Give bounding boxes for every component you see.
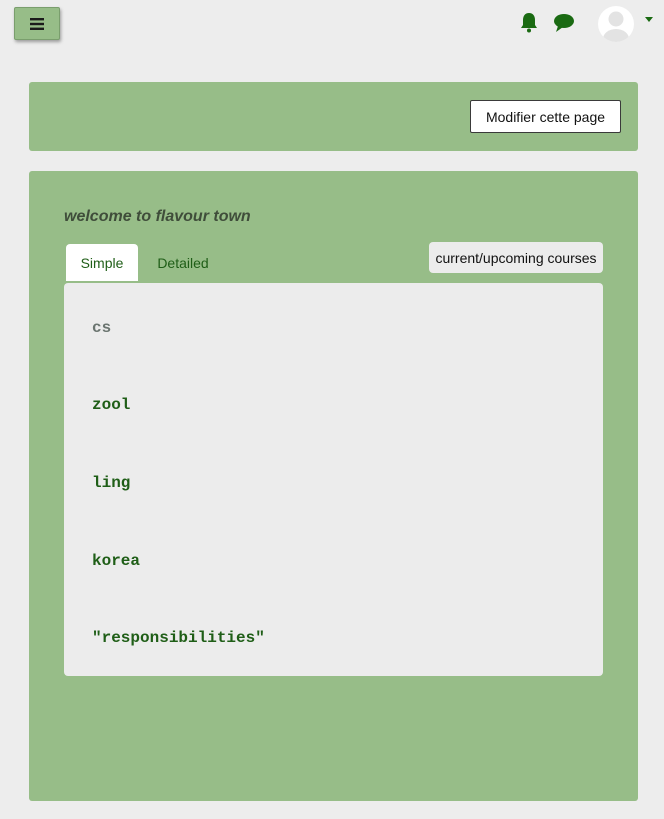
user-avatar-icon[interactable]	[598, 6, 634, 42]
tab-content-panel: cs zool ling korea "responsibilities"	[64, 283, 603, 676]
bell-icon[interactable]	[518, 11, 540, 33]
list-item-korea[interactable]: korea	[92, 552, 140, 570]
list-item-zool[interactable]: zool	[92, 396, 130, 414]
list-item-ling[interactable]: ling	[92, 474, 130, 492]
page-title: welcome to flavour town	[64, 208, 251, 225]
header-panel: Modifier cette page	[29, 82, 638, 151]
tab-simple[interactable]: Simple	[66, 244, 138, 281]
edit-page-button[interactable]: Modifier cette page	[470, 100, 621, 133]
chat-bubble-icon[interactable]	[553, 12, 575, 34]
list-item-responsibilities[interactable]: "responsibilities"	[92, 629, 265, 647]
tab-detailed[interactable]: Detailed	[145, 244, 221, 281]
caret-down-icon[interactable]	[645, 17, 653, 22]
hamburger-icon	[30, 17, 44, 30]
menu-button[interactable]	[14, 7, 60, 40]
top-bar	[0, 0, 664, 60]
main-panel: welcome to flavour town Simple Detailed …	[29, 171, 638, 801]
current-upcoming-courses-button[interactable]: current/upcoming courses	[429, 242, 603, 273]
list-item-cs[interactable]: cs	[92, 319, 111, 337]
